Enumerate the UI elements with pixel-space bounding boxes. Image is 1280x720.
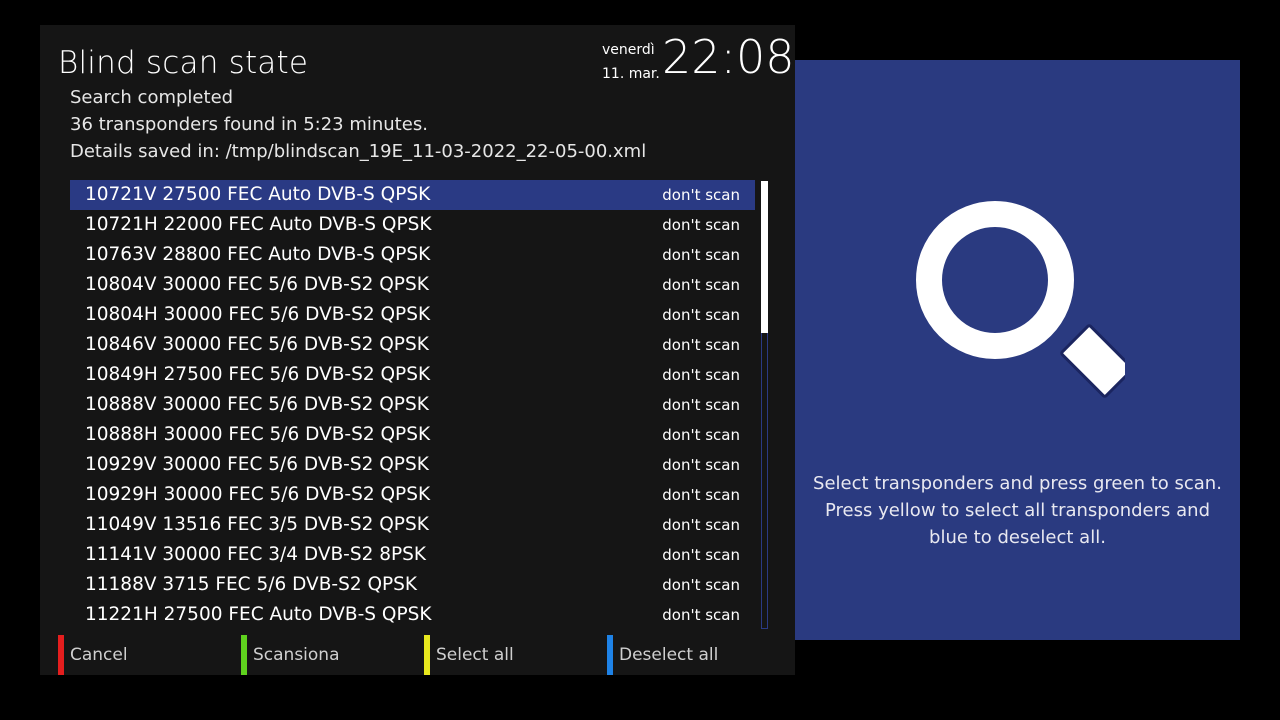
date-label: 11. mar. [602, 66, 660, 82]
transponder-list[interactable]: 10721V 27500 FEC Auto DVB-S QPSK don't sc… [70, 180, 755, 630]
yellow-key-indicator [424, 635, 430, 675]
select-all-button-label: Select all [436, 645, 514, 665]
transponder-row[interactable]: 10846V 30000 FEC 5/6 DVB-S2 QPSK don't sc… [70, 330, 755, 360]
scan-state: don't scan [662, 186, 740, 204]
scan-summary: 36 transponders found in 5:23 minutes. [70, 114, 428, 135]
clock: 22:08 [662, 30, 795, 84]
cancel-button-label: Cancel [70, 645, 128, 665]
scan-state: don't scan [662, 486, 740, 504]
transponder-label: 10849H 27500 FEC 5/6 DVB-S2 QPSK [85, 364, 431, 385]
transponder-row[interactable]: 10804V 30000 FEC 5/6 DVB-S2 QPSK don't sc… [70, 270, 755, 300]
transponder-label: 10721H 22000 FEC Auto DVB-S QPSK [85, 214, 432, 235]
transponder-row[interactable]: 10929H 30000 FEC 5/6 DVB-S2 QPSK don't sc… [70, 480, 755, 510]
scan-state: don't scan [662, 366, 740, 384]
transponder-label: 10763V 28800 FEC Auto DVB-S QPSK [85, 244, 431, 265]
transponder-row[interactable]: 11188V 3715 FEC 5/6 DVB-S2 QPSK don't sca… [70, 570, 755, 600]
transponder-label: 11049V 13516 FEC 3/5 DVB-S2 QPSK [85, 514, 429, 535]
scan-button[interactable]: Scansiona [241, 635, 340, 675]
page-title: Blind scan state [58, 45, 309, 81]
scan-state: don't scan [662, 246, 740, 264]
scan-state: don't scan [662, 576, 740, 594]
transponder-row[interactable]: 10721V 27500 FEC Auto DVB-S QPSK don't sc… [70, 180, 755, 210]
transponder-row[interactable]: 10721H 22000 FEC Auto DVB-S QPSK don't sc… [70, 210, 755, 240]
date-display: venerdì 11. mar. [602, 38, 660, 86]
info-panel: Select transponders and press green to s… [795, 60, 1240, 640]
transponder-label: 10929H 30000 FEC 5/6 DVB-S2 QPSK [85, 484, 431, 505]
transponder-label: 10929V 30000 FEC 5/6 DVB-S2 QPSK [85, 454, 429, 475]
deselect-all-button-label: Deselect all [619, 645, 719, 665]
scan-state: don't scan [662, 606, 740, 624]
transponder-row[interactable]: 10929V 30000 FEC 5/6 DVB-S2 QPSK don't sc… [70, 450, 755, 480]
transponder-label: 10721V 27500 FEC Auto DVB-S QPSK [85, 184, 431, 205]
scan-state: don't scan [662, 456, 740, 474]
status-message: Search completed [70, 87, 234, 108]
transponder-row[interactable]: 11221H 27500 FEC Auto DVB-S QPSK don't sc… [70, 600, 755, 630]
red-key-indicator [58, 635, 64, 675]
details-path: Details saved in: /tmp/blindscan_19E_11-… [70, 141, 647, 162]
transponder-label: 11141V 30000 FEC 3/4 DVB-S2 8PSK [85, 544, 427, 565]
transponder-row[interactable]: 11141V 30000 FEC 3/4 DVB-S2 8PSK don't sc… [70, 540, 755, 570]
help-text: Select transponders and press green to s… [813, 473, 1222, 548]
scan-state: don't scan [662, 336, 740, 354]
transponder-row[interactable]: 10888V 30000 FEC 5/6 DVB-S2 QPSK don't sc… [70, 390, 755, 420]
scan-state: don't scan [662, 306, 740, 324]
blue-key-indicator [607, 635, 613, 675]
screen: Blind scan state venerdì 11. mar. 22:08 … [0, 0, 1280, 720]
list-scrollbar[interactable] [761, 181, 768, 629]
transponder-label: 10804H 30000 FEC 5/6 DVB-S2 QPSK [85, 304, 431, 325]
transponder-row[interactable]: 10849H 27500 FEC 5/6 DVB-S2 QPSK don't sc… [70, 360, 755, 390]
transponder-row[interactable]: 10888H 30000 FEC 5/6 DVB-S2 QPSK don't sc… [70, 420, 755, 450]
transponder-label: 10888H 30000 FEC 5/6 DVB-S2 QPSK [85, 424, 431, 445]
transponder-label: 11221H 27500 FEC Auto DVB-S QPSK [85, 604, 432, 625]
transponder-label: 11188V 3715 FEC 5/6 DVB-S2 QPSK [85, 574, 418, 595]
select-all-button[interactable]: Select all [424, 635, 514, 675]
scan-state: don't scan [662, 216, 740, 234]
transponder-row[interactable]: 10763V 28800 FEC Auto DVB-S QPSK don't sc… [70, 240, 755, 270]
scan-state: don't scan [662, 276, 740, 294]
green-key-indicator [241, 635, 247, 675]
transponder-label: 10804V 30000 FEC 5/6 DVB-S2 QPSK [85, 274, 429, 295]
scan-state: don't scan [662, 426, 740, 444]
transponder-row[interactable]: 10804H 30000 FEC 5/6 DVB-S2 QPSK don't sc… [70, 300, 755, 330]
transponder-row[interactable]: 11049V 13516 FEC 3/5 DVB-S2 QPSK don't sc… [70, 510, 755, 540]
deselect-all-button[interactable]: Deselect all [607, 635, 718, 675]
transponder-label: 10888V 30000 FEC 5/6 DVB-S2 QPSK [85, 394, 429, 415]
scan-state: don't scan [662, 516, 740, 534]
scan-state: don't scan [662, 546, 740, 564]
cancel-button[interactable]: Cancel [58, 635, 128, 675]
magnifier-icon [916, 201, 1125, 398]
day-label: venerdì [602, 42, 655, 58]
transponder-label: 10846V 30000 FEC 5/6 DVB-S2 QPSK [85, 334, 429, 355]
scan-state: don't scan [662, 396, 740, 414]
scrollbar-thumb[interactable] [761, 181, 768, 333]
scan-button-label: Scansiona [253, 645, 340, 665]
blind-scan-panel: Blind scan state venerdì 11. mar. 22:08 … [40, 25, 795, 675]
